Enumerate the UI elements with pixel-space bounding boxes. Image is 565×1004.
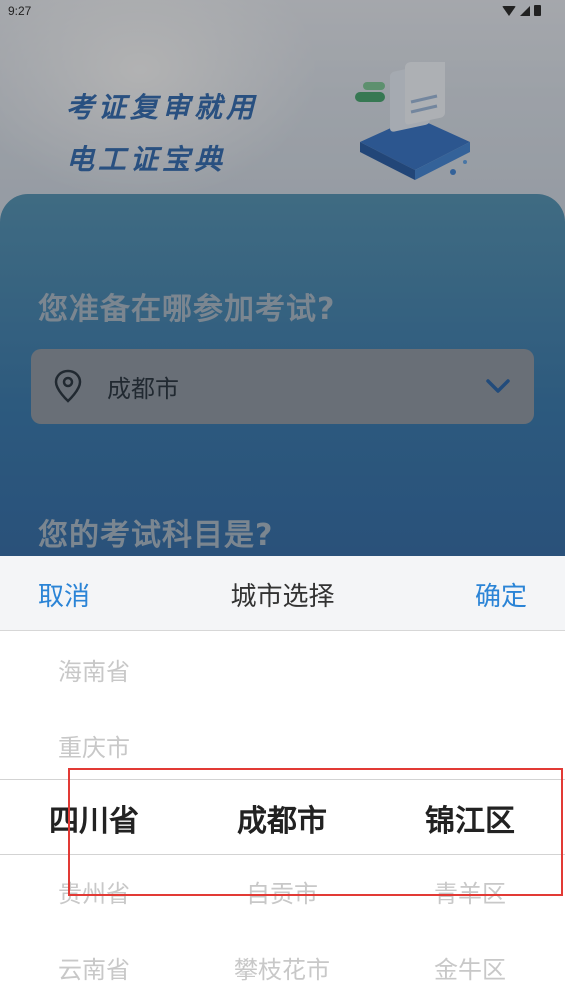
city-option[interactable]: 自贡市 [188,874,376,909]
location-question: 您准备在哪参加考试? [38,292,336,327]
battery-icon [534,5,541,16]
signal-icon [520,5,530,16]
banner-title-line1: 考证复审就用 [66,91,259,124]
province-option[interactable]: 贵州省 [0,874,188,909]
province-option-selected[interactable]: 四川省 [0,796,188,840]
picker-header: 取消 城市选择 确定 [0,556,565,631]
city-column[interactable]: 成都市 自贡市 攀枝花市 [188,630,376,1004]
city-option-selected[interactable]: 成都市 [188,796,376,840]
banner-title-line2: 电工证宝典 [66,143,227,176]
status-time: 9:27 [8,4,32,18]
confirm-button[interactable]: 确定 [475,576,527,613]
banner-title: 考证复审就用 电工证宝典 [66,82,258,186]
district-option[interactable]: 青羊区 [376,874,564,909]
subject-question: 您的考试科目是? [38,518,274,553]
city-picker: 取消 城市选择 确定 海南省 重庆市 四川省 贵州省 云南省 成都市 自贡市 攀… [0,556,565,1004]
city-select[interactable]: 成都市 [31,349,534,424]
district-option[interactable]: 金牛区 [376,950,564,985]
certificate-illustration-icon [355,62,470,180]
province-option[interactable]: 云南省 [0,950,188,985]
district-column[interactable]: 锦江区 青羊区 金牛区 [376,630,564,1004]
province-option[interactable]: 重庆市 [0,728,188,763]
province-option[interactable]: 海南省 [0,652,188,687]
status-bar: 9:27 [0,0,565,24]
location-pin-icon [54,369,82,403]
wifi-icon [502,5,516,16]
district-option-selected[interactable]: 锦江区 [376,796,564,840]
city-value: 成都市 [107,375,179,403]
province-column[interactable]: 海南省 重庆市 四川省 贵州省 云南省 [0,630,188,1004]
city-option[interactable]: 攀枝花市 [188,950,376,985]
chevron-down-icon [486,379,510,393]
